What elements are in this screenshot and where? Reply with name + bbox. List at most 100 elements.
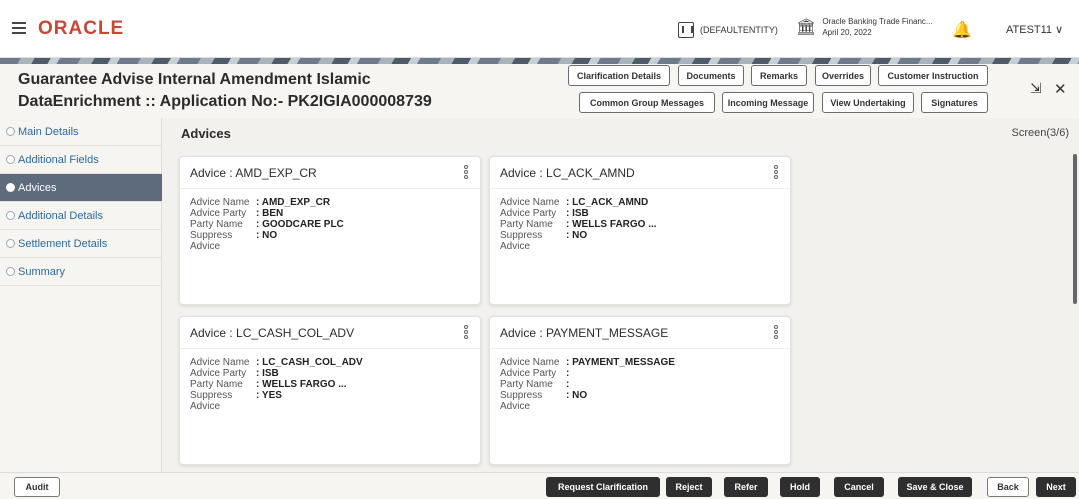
sidebar-item-additional-fields[interactable]: Additional Fields xyxy=(0,146,162,174)
vertical-scrollbar[interactable] xyxy=(1073,154,1077,304)
page-title: Guarantee Advise Internal Amendment Isla… xyxy=(18,69,432,113)
sidebar-item-settlement-details[interactable]: Settlement Details xyxy=(0,230,162,258)
menu-icon[interactable] xyxy=(12,22,26,34)
minimize-icon[interactable]: ⇲ xyxy=(1030,80,1042,97)
field-label: Advice Name xyxy=(190,197,250,208)
advice-party-value: : BEN xyxy=(256,208,284,219)
entity-selector[interactable]: (DEFAULTENTITY) xyxy=(678,22,778,38)
documents-button[interactable]: Documents xyxy=(678,65,744,86)
field-label: Suppress Advice xyxy=(190,390,233,412)
advice-party-value: : xyxy=(566,368,570,379)
kebab-menu-icon[interactable] xyxy=(464,165,470,180)
suppress-advice-value: : NO xyxy=(566,390,588,401)
card-title: Advice : AMD_EXP_CR xyxy=(190,165,317,180)
back-button[interactable]: Back xyxy=(987,477,1029,497)
advice-name-value: : PAYMENT_MESSAGE xyxy=(566,357,675,368)
sidebar-item-summary[interactable]: Summary xyxy=(0,258,162,286)
bank-icon: 🏛 xyxy=(796,19,817,36)
refer-button[interactable]: Refer xyxy=(724,477,768,497)
party-name-value: : WELLS FARGO ... xyxy=(566,219,657,230)
sidebar-item-additional-details[interactable]: Additional Details xyxy=(0,202,162,230)
save-close-button[interactable]: Save & Close xyxy=(898,477,972,497)
advice-name-value: : AMD_EXP_CR xyxy=(256,197,331,208)
bank-date: April 20, 2022 xyxy=(822,28,872,37)
chevron-down-icon: ∨ xyxy=(1055,24,1064,36)
field-label: Advice Party xyxy=(500,208,557,219)
field-label: Suppress Advice xyxy=(190,230,233,252)
advice-name-value: : LC_CASH_COL_ADV xyxy=(256,357,363,368)
field-label: Advice Name xyxy=(190,357,250,368)
bank-selector[interactable]: 🏛 Oracle Banking Trade Financ... April 2… xyxy=(796,16,933,38)
request-clarification-button[interactable]: Request Clarification xyxy=(546,477,660,497)
kebab-menu-icon[interactable] xyxy=(774,325,780,340)
view-undertaking-button[interactable]: View Undertaking xyxy=(822,92,914,113)
sidebar: Main Details Additional Fields Advices A… xyxy=(0,118,162,472)
field-label: Advice Name xyxy=(500,357,560,368)
sidebar-item-label: Main Details xyxy=(18,125,79,138)
field-label: Advice Party xyxy=(500,368,557,379)
sidebar-item-main-details[interactable]: Main Details xyxy=(0,118,162,146)
field-label: Suppress Advice xyxy=(500,390,543,412)
customer-instruction-button[interactable]: Customer Instruction xyxy=(878,65,988,86)
main-content: Advices Screen(3/6) Advice : AMD_EXP_CR … xyxy=(163,118,1079,472)
card-title: Advice : LC_CASH_COL_ADV xyxy=(190,325,355,340)
card-title: Advice : PAYMENT_MESSAGE xyxy=(500,325,669,340)
bank-name: Oracle Banking Trade Financ... xyxy=(822,17,933,26)
field-label: Party Name xyxy=(190,219,243,230)
audit-button[interactable]: Audit xyxy=(14,477,60,497)
suppress-advice-value: : NO xyxy=(256,230,278,241)
screen-indicator: Screen(3/6) xyxy=(1011,127,1069,139)
user-name: ATEST11 xyxy=(1006,24,1053,36)
advice-card: Advice : LC_ACK_AMND Advice Name: LC_ACK… xyxy=(489,156,791,305)
reject-button[interactable]: Reject xyxy=(666,477,712,497)
advice-card: Advice : LC_CASH_COL_ADV Advice Name : LC… xyxy=(179,316,481,465)
field-label: Party Name xyxy=(190,379,243,390)
step-done-icon xyxy=(6,155,15,164)
entity-label: (DEFAULTENTITY) xyxy=(700,25,778,35)
next-button[interactable]: Next xyxy=(1036,477,1076,497)
close-icon[interactable]: ✕ xyxy=(1054,80,1067,98)
step-done-icon xyxy=(6,127,15,136)
field-label: Party Name xyxy=(500,219,553,230)
page-title-line2: DataEnrichment :: Application No:- PK2IG… xyxy=(18,93,432,110)
common-group-messages-button[interactable]: Common Group Messages xyxy=(579,92,715,113)
section-title: Advices xyxy=(181,126,231,141)
field-label: Advice Party xyxy=(190,208,247,219)
suppress-advice-value: : NO xyxy=(566,230,588,241)
card-title: Advice : LC_ACK_AMND xyxy=(500,165,635,180)
kebab-menu-icon[interactable] xyxy=(464,325,470,340)
party-name-value: : GOODCARE PLC xyxy=(256,219,344,230)
sidebar-item-label: Additional Details xyxy=(18,209,103,222)
advice-party-value: : ISB xyxy=(256,368,279,379)
step-pending-icon xyxy=(6,267,15,276)
user-menu[interactable]: ATEST11 ∨ xyxy=(1006,23,1063,36)
kebab-menu-icon[interactable] xyxy=(774,165,780,180)
overrides-button[interactable]: Overrides xyxy=(815,65,871,86)
oracle-logo: ORACLE xyxy=(38,18,125,39)
top-bar: ORACLE (DEFAULTENTITY) 🏛 Oracle Banking … xyxy=(0,0,1079,58)
sidebar-item-label: Summary xyxy=(18,265,66,278)
advice-name-value: : LC_ACK_AMND xyxy=(566,197,649,208)
signatures-button[interactable]: Signatures xyxy=(921,92,988,113)
field-label: Advice Party xyxy=(190,368,247,379)
hold-button[interactable]: Hold xyxy=(780,477,820,497)
advice-card: Advice : AMD_EXP_CR Advice Name : AMD_EXP… xyxy=(179,156,481,305)
sidebar-item-advices[interactable]: Advices xyxy=(0,174,162,202)
cancel-button[interactable]: Cancel xyxy=(834,477,884,497)
bell-icon[interactable]: 🔔 xyxy=(952,20,972,40)
party-name-value: : WELLS FARGO ... xyxy=(256,379,347,390)
suppress-advice-value: : YES xyxy=(256,390,282,401)
advice-party-value: : ISB xyxy=(566,208,589,219)
sidebar-item-label: Settlement Details xyxy=(18,237,108,250)
incoming-message-button[interactable]: Incoming Message xyxy=(722,92,814,113)
field-label: Party Name xyxy=(500,379,553,390)
remarks-button[interactable]: Remarks xyxy=(751,65,807,86)
step-pending-icon xyxy=(6,211,15,220)
advice-card: Advice : PAYMENT_MESSAGE Advice Name : PA… xyxy=(489,316,791,465)
sidebar-item-label: Advices xyxy=(18,181,57,194)
entity-icon xyxy=(678,22,694,38)
sidebar-item-label: Additional Fields xyxy=(18,153,99,166)
clarification-details-button[interactable]: Clarification Details xyxy=(568,65,670,86)
step-current-icon xyxy=(6,183,15,192)
party-name-value: : xyxy=(566,379,570,390)
